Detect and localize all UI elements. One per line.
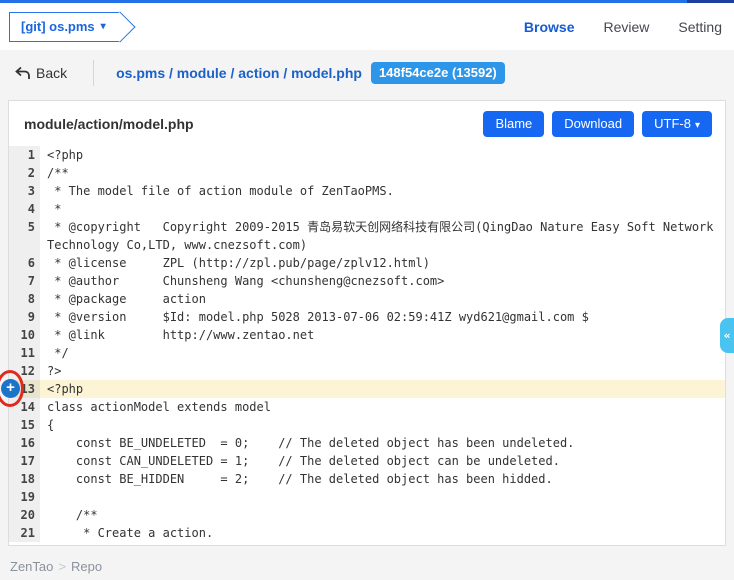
revision-badge[interactable]: 148f54ce2e (13592) (371, 62, 505, 84)
code-text: * @license ZPL (http://zpl.pub/page/zplv… (40, 254, 725, 272)
line-number[interactable]: 14 (9, 398, 40, 416)
code-line: 19 (9, 488, 725, 506)
code-text: class actionModel extends model (40, 398, 725, 416)
chevron-icon: « (723, 329, 730, 342)
code-line: 14class actionModel extends model (9, 398, 725, 416)
code-text: const BE_HIDDEN = 2; // The deleted obje… (40, 470, 725, 488)
code-line: 10 * @link http://www.zentao.net (9, 326, 725, 344)
breadcrumb[interactable]: os.pms / module / action / model.php (116, 65, 362, 81)
line-number[interactable]: 19 (9, 488, 40, 506)
blame-button[interactable]: Blame (483, 111, 544, 137)
nav-links: Browse Review Setting (495, 19, 722, 35)
back-button[interactable]: Back (14, 65, 67, 81)
top-accent-line (0, 0, 734, 3)
line-number[interactable]: 10 (9, 326, 40, 344)
code-viewer: 1<?php2/**3 * The model file of action m… (9, 146, 725, 545)
code-text: const BE_UNDELETED = 0; // The deleted o… (40, 434, 725, 452)
code-text: * @link http://www.zentao.net (40, 326, 725, 344)
code-line: 18 const BE_HIDDEN = 2; // The deleted o… (9, 470, 725, 488)
code-text: const CAN_UNDELETED = 1; // The deleted … (40, 452, 725, 470)
divider (93, 60, 94, 86)
line-number[interactable]: 3 (9, 182, 40, 200)
code-line: 3 * The model file of action module of Z… (9, 182, 725, 200)
footer-separator: > (58, 559, 66, 574)
code-line: 8 * @package action (9, 290, 725, 308)
footer-section: Repo (71, 559, 102, 574)
code-text: * @author Chunsheng Wang <chunsheng@cnez… (40, 272, 725, 290)
code-line: 12?> (9, 362, 725, 380)
code-text: * @version $Id: model.php 5028 2013-07-0… (40, 308, 725, 326)
code-text: /** (40, 506, 725, 524)
line-number[interactable]: 20 (9, 506, 40, 524)
code-text: * (40, 200, 725, 218)
code-line: 11 */ (9, 344, 725, 362)
file-path-title: module/action/model.php (24, 116, 194, 132)
line-number[interactable]: 18 (9, 470, 40, 488)
code-line: 6 * @license ZPL (http://zpl.pub/page/zp… (9, 254, 725, 272)
code-line: 2/** (9, 164, 725, 182)
line-number[interactable]: 5 (9, 218, 40, 254)
line-number[interactable]: 11 (9, 344, 40, 362)
breadcrumb-toolbar: Back os.pms / module / action / model.ph… (0, 50, 734, 96)
code-text (40, 488, 725, 506)
utf-8-button[interactable]: UTF-8▾ (642, 111, 712, 137)
code-line: 13<?php+ (9, 380, 725, 398)
code-text: <?php (40, 380, 725, 398)
line-number[interactable]: 9 (9, 308, 40, 326)
file-panel: module/action/model.php Blame Download UTF… (8, 100, 726, 546)
file-actions: Blame Download UTF-8▾ (475, 111, 712, 137)
top-navigation: [git] os.pms ▾ Browse Review Setting (0, 3, 734, 50)
code-text: * @package action (40, 290, 725, 308)
footer-breadcrumb: ZenTao > Repo (10, 559, 724, 574)
code-text: { (40, 416, 725, 434)
code-line: 7 * @author Chunsheng Wang <chunsheng@cn… (9, 272, 725, 290)
line-number[interactable]: 21 (9, 524, 40, 542)
line-number[interactable]: 6 (9, 254, 40, 272)
add-comment-button[interactable]: + (1, 379, 20, 398)
code-text: * Create a action. (40, 524, 725, 542)
line-number[interactable]: 7 (9, 272, 40, 290)
line-number[interactable]: 15 (9, 416, 40, 434)
code-line: 16 const BE_UNDELETED = 0; // The delete… (9, 434, 725, 452)
chevron-down-icon: ▾ (695, 120, 700, 131)
code-text: ?> (40, 362, 725, 380)
code-text: */ (40, 344, 725, 362)
code-line: 20 /** (9, 506, 725, 524)
line-number[interactable]: 17 (9, 452, 40, 470)
download-button[interactable]: Download (552, 111, 634, 137)
chevron-down-icon: ▾ (101, 21, 106, 32)
file-panel-header: module/action/model.php Blame Download UTF… (9, 101, 725, 146)
back-arrow-icon (14, 66, 31, 81)
line-number[interactable]: 12 (9, 362, 40, 380)
line-number[interactable]: 16 (9, 434, 40, 452)
line-number[interactable]: 1 (9, 146, 40, 164)
code-text: * @copyright Copyright 2009-2015 青岛易软天创网… (40, 218, 725, 254)
back-label: Back (36, 65, 67, 81)
line-number[interactable]: 2 (9, 164, 40, 182)
nav-link-browse[interactable]: Browse (524, 19, 575, 35)
code-text: * The model file of action module of Zen… (40, 182, 725, 200)
line-number[interactable]: 8 (9, 290, 40, 308)
code-line: 17 const CAN_UNDELETED = 1; // The delet… (9, 452, 725, 470)
nav-link-review[interactable]: Review (604, 19, 650, 35)
code-text: /** (40, 164, 725, 182)
repo-selector-label: [git] os.pms (21, 19, 95, 34)
repo-selector-dropdown[interactable]: [git] os.pms ▾ (9, 12, 120, 42)
code-line: 4 * (9, 200, 725, 218)
code-line: 15{ (9, 416, 725, 434)
code-line: 9 * @version $Id: model.php 5028 2013-07… (9, 308, 725, 326)
code-text: <?php (40, 146, 725, 164)
side-panel-toggle[interactable]: « (720, 318, 734, 353)
footer-app-name: ZenTao (10, 559, 53, 574)
code-line: 5 * @copyright Copyright 2009-2015 青岛易软天… (9, 218, 725, 254)
code-line: 21 * Create a action. (9, 524, 725, 542)
line-number[interactable]: 4 (9, 200, 40, 218)
code-line: 1<?php (9, 146, 725, 164)
nav-link-setting[interactable]: Setting (678, 19, 722, 35)
